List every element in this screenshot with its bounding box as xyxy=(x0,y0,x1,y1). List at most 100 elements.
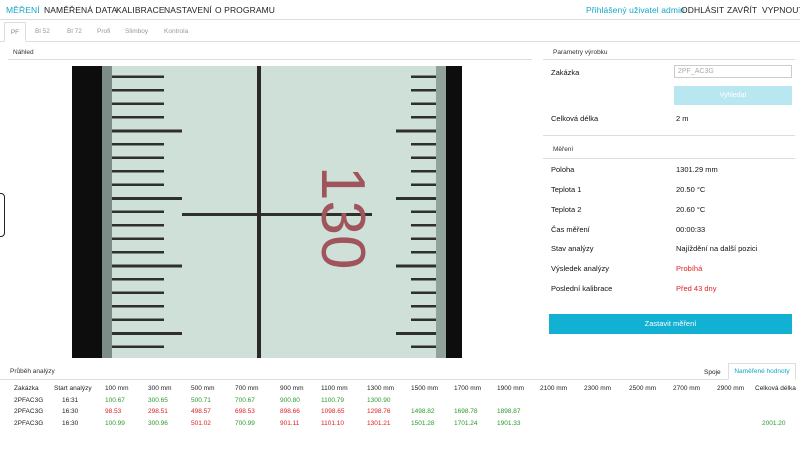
position-value: 1301.29 mm xyxy=(676,165,718,174)
order-input[interactable]: 2PF_AC3G xyxy=(674,65,792,78)
table-cell: 2PFAC3G xyxy=(14,397,44,404)
table-header-cell: 1100 mm xyxy=(321,385,348,392)
scale-tick-left xyxy=(112,197,182,200)
total-length-value: 2 m xyxy=(676,114,689,123)
table-header-cell: 1900 mm xyxy=(497,385,525,392)
scale-tick-right xyxy=(411,156,436,159)
scale-tick-right xyxy=(411,116,436,119)
nav-measurement[interactable]: MĚŘENÍ xyxy=(6,5,40,15)
analysis-result-label: Výsledek analýzy xyxy=(551,264,609,273)
scale-tick-right xyxy=(411,75,436,78)
table-cell: 2PFAC3G xyxy=(14,420,44,427)
order-label: Zakázka xyxy=(551,68,580,77)
table-cell: 1101.10 xyxy=(321,420,345,427)
scale-tick-left xyxy=(112,305,164,308)
close-link[interactable]: ZAVŘÍT xyxy=(727,5,757,15)
top-navigation: MĚŘENÍ NAMĚŘENÁ DATA KALIBRACE NASTAVENÍ… xyxy=(0,0,800,20)
last-calibration-value: Před 43 dny xyxy=(676,284,717,293)
scale-tick-left xyxy=(112,129,182,133)
scale-tick-right xyxy=(396,332,436,335)
nav-settings[interactable]: NASTAVENÍ xyxy=(164,5,212,15)
table-cell: 1498.82 xyxy=(411,408,435,415)
scale-tick-left xyxy=(112,170,164,173)
table-cell: 98.53 xyxy=(105,408,122,415)
table-cell: 1698.78 xyxy=(454,408,478,415)
table-cell: 2001.20 xyxy=(762,420,786,427)
scale-tick-right xyxy=(411,143,436,146)
scale-tick-right xyxy=(411,210,436,213)
table-cell: 16:30 xyxy=(62,420,79,427)
select-order-button[interactable]: Vyhledat xyxy=(674,86,792,105)
analysis-state-label: Stav analýzy xyxy=(551,244,594,253)
scale-tick-left xyxy=(112,89,164,92)
table-cell: 1100.79 xyxy=(321,397,345,404)
scale-tick-right xyxy=(411,278,436,281)
table-cell: 1298.76 xyxy=(367,408,391,415)
table-header-cell: 2300 mm xyxy=(584,385,612,392)
tab-bl52[interactable]: Bl 52 xyxy=(30,22,55,42)
camera-preview: 130 xyxy=(72,66,462,358)
total-length-label: Celková délka xyxy=(551,114,599,123)
scale-tick-left xyxy=(112,102,164,105)
scale-tick-left xyxy=(112,251,164,254)
scale-tick-left xyxy=(112,143,164,146)
scale-tick-left xyxy=(112,278,164,281)
logout-link[interactable]: ODHLÁSIT xyxy=(681,5,724,15)
product-divider xyxy=(543,59,795,60)
side-drawer-handle[interactable] xyxy=(0,193,5,237)
table-cell: 1501.28 xyxy=(411,420,435,427)
table-header-cell: 500 mm xyxy=(191,385,215,392)
tab-joints[interactable]: Spoje xyxy=(704,369,721,376)
scale-tick-right xyxy=(411,237,436,240)
tab-kontrola[interactable]: Kontrola xyxy=(159,22,193,42)
measurement-divider xyxy=(543,158,795,159)
scale-tick-left xyxy=(112,75,164,78)
center-marker xyxy=(257,66,261,358)
table-header-cell: 100 mm xyxy=(105,385,129,392)
nav-about[interactable]: O PROGRAMU xyxy=(215,5,275,15)
scale-tick-left xyxy=(112,156,164,159)
measurement-time-label: Čas měření xyxy=(551,225,590,234)
last-calibration-label: Poslední kalibrace xyxy=(551,284,613,293)
scale-tick-left xyxy=(112,318,164,321)
table-header-cell: 2700 mm xyxy=(673,385,701,392)
table-cell: 1300.90 xyxy=(367,397,391,404)
table-header-cell: 2900 mm xyxy=(717,385,745,392)
temperature2-label: Teplota 2 xyxy=(551,205,582,214)
table-cell: 500.71 xyxy=(191,397,211,404)
temperature1-label: Teplota 1 xyxy=(551,185,582,194)
scale-tick-left xyxy=(112,264,182,268)
stop-measurement-button[interactable]: Zastavit měření xyxy=(549,314,792,334)
scale-tick-right xyxy=(396,264,436,268)
tab-profi[interactable]: Profi xyxy=(92,22,115,42)
analysis-progress-title: Průběh analýzy xyxy=(10,368,55,375)
preview-title: Náhled xyxy=(13,49,34,56)
table-cell: 898.66 xyxy=(280,408,300,415)
temperature1-value: 20.50 °C xyxy=(676,185,706,194)
table-cell: 501.02 xyxy=(191,420,211,427)
scale-tick-left xyxy=(112,210,164,213)
scale-tick-left xyxy=(112,291,164,294)
scale-tick-right xyxy=(411,318,436,321)
scale-tick-right xyxy=(411,251,436,254)
shutdown-link[interactable]: VYPNOUT xyxy=(762,5,800,15)
table-header-cell: 300 mm xyxy=(148,385,172,392)
table-cell: 100.67 xyxy=(105,397,125,404)
tab-pf[interactable]: PF xyxy=(4,22,26,42)
tab-slimboy[interactable]: Slimboy xyxy=(120,22,153,42)
measurement-title: Měření xyxy=(553,146,574,153)
product-bottom-divider xyxy=(543,135,795,136)
preview-divider xyxy=(8,59,532,60)
table-header-cell: 1700 mm xyxy=(454,385,482,392)
product-tabs: PF Bl 52 Bl 72 Profi Slimboy Kontrola xyxy=(0,22,800,42)
table-header-cell: 1300 mm xyxy=(367,385,395,392)
scale-tick-left xyxy=(112,345,164,348)
scale-tick-right xyxy=(411,170,436,173)
table-cell: 1098.65 xyxy=(321,408,345,415)
nav-measured-data[interactable]: NAMĚŘENÁ DATA xyxy=(44,5,117,15)
tab-bl72[interactable]: Bl 72 xyxy=(62,22,87,42)
tab-measured-values[interactable]: Naměřené hodnoty xyxy=(728,363,796,380)
table-header-cell: 2100 mm xyxy=(540,385,568,392)
table-cell: 2PFAC3G xyxy=(14,408,44,415)
nav-calibration[interactable]: KALIBRACE xyxy=(116,5,165,15)
